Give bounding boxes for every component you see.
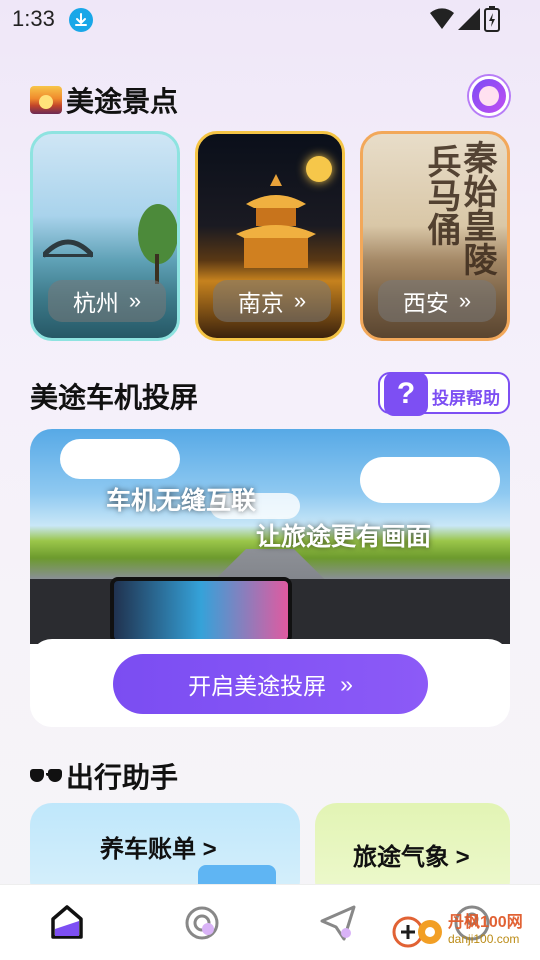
wifi-icon xyxy=(430,8,454,29)
banner-headline-2: 让旅途更有画面 xyxy=(256,523,432,551)
cast-help-button[interactable]: ? 投屏帮助 xyxy=(378,372,510,416)
tree-icon xyxy=(138,204,177,284)
scenic-card-nanjing-pill[interactable]: 南京 » xyxy=(213,280,331,322)
chevron-right-icon: » xyxy=(340,670,353,697)
home-icon[interactable] xyxy=(47,903,87,943)
avatar-face-icon xyxy=(479,86,499,106)
assistant-section-title: 出行助手 xyxy=(30,756,178,796)
car-screen-image xyxy=(110,577,292,644)
avatar[interactable] xyxy=(469,76,509,116)
travel-weather-label: 旅途气象 > xyxy=(353,844,470,871)
scenic-card-xian[interactable]: 秦始皇陵 兵马俑 西安 » xyxy=(360,131,510,341)
watermark-text: 丹枫100网 xyxy=(448,914,523,932)
chevron-right-icon: » xyxy=(458,288,472,313)
status-bar: 1:33 xyxy=(0,0,540,40)
send-icon[interactable] xyxy=(318,903,358,943)
battery-icon xyxy=(484,6,500,32)
start-cast-label: 开启美途投屏 xyxy=(188,673,327,699)
cast-banner[interactable]: 车机无缝互联 让旅途更有画面 开启美途投屏 » xyxy=(30,429,510,727)
pagoda-icon xyxy=(236,174,316,268)
watermark-logo-icon xyxy=(392,910,444,950)
banner-headline-1: 车机无缝互联 xyxy=(106,487,257,515)
xian-image-text-2: 兵马俑 xyxy=(422,144,460,246)
cloud-icon xyxy=(60,439,180,479)
watermark-sub: danji100.com xyxy=(448,931,520,946)
scenic-title-text: 美途景点 xyxy=(66,86,179,117)
scenic-card-nanjing[interactable]: 南京 » xyxy=(195,131,345,341)
cast-help-label: 投屏帮助 xyxy=(432,389,500,408)
start-cast-button[interactable]: 开启美途投屏 » xyxy=(113,654,428,714)
help-question-icon: ? xyxy=(384,372,428,416)
sunglasses-icon xyxy=(30,769,64,783)
bridge-icon xyxy=(43,239,93,258)
scenic-card-hangzhou-label: 杭州 xyxy=(72,290,119,316)
scenic-section-title: 美途景点 xyxy=(30,80,178,120)
scenic-card-nanjing-label: 南京 xyxy=(237,290,284,316)
scenic-card-hangzhou-pill[interactable]: 杭州 » xyxy=(48,280,166,322)
chevron-right-icon: » xyxy=(293,288,307,313)
car-bill-label: 养车账单 > xyxy=(100,836,217,863)
assistant-title-text: 出行助手 xyxy=(66,762,179,793)
chevron-right-icon: » xyxy=(128,288,142,313)
scenic-card-xian-pill[interactable]: 西安 » xyxy=(378,280,496,322)
cast-section-title: 美途车机投屏 xyxy=(30,376,198,416)
download-icon xyxy=(69,8,93,32)
scenic-card-hangzhou[interactable]: 杭州 » xyxy=(30,131,180,341)
explore-icon[interactable] xyxy=(182,903,222,943)
sunset-icon xyxy=(30,86,62,114)
signal-icon xyxy=(458,8,480,30)
cast-title-text: 美途车机投屏 xyxy=(30,382,199,413)
status-time: 1:33 xyxy=(12,6,55,31)
scenic-card-xian-label: 西安 xyxy=(402,290,449,316)
cloud-icon xyxy=(360,457,500,503)
watermark: 丹枫100网 danji100.com xyxy=(392,910,523,950)
